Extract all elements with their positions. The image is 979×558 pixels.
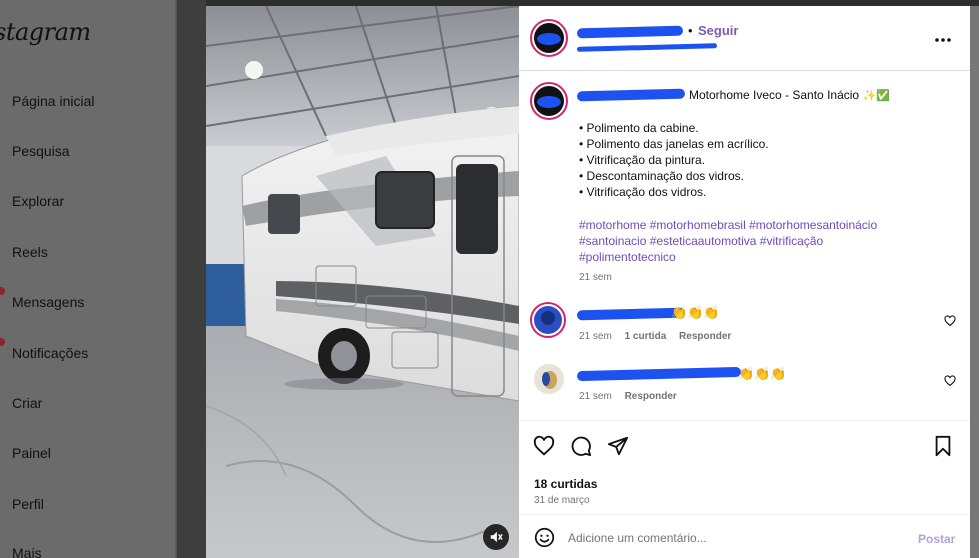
comment-button[interactable]: [570, 435, 592, 462]
follow-button[interactable]: Seguir: [698, 23, 738, 38]
caption-timestamp: 21 sem: [579, 272, 612, 283]
caption-title: Motorhome Iveco - Santo Inácio: [689, 88, 860, 102]
caption-bullet: • Polimento da cabine.: [579, 121, 699, 135]
caption-bullets: • Polimento da cabine. • Polimento das j…: [579, 120, 769, 200]
redacted-commenter-name: [576, 366, 742, 382]
more-options-button[interactable]: [934, 32, 952, 42]
author-avatar[interactable]: [530, 19, 568, 57]
instagram-logo: stagram: [0, 18, 91, 46]
post-comment-button[interactable]: Postar: [918, 532, 955, 546]
save-button[interactable]: [933, 435, 953, 462]
author-avatar-image: [534, 23, 564, 53]
nav-notifications[interactable]: Notificações: [12, 345, 88, 361]
nav-explore[interactable]: Explorar: [12, 193, 64, 209]
caption-bullet: • Vitrificação dos vidros.: [579, 185, 707, 199]
comment-bubble-icon: [571, 436, 592, 457]
hashtag-line[interactable]: #polimentotecnico: [579, 249, 877, 265]
reply-button[interactable]: Responder: [625, 391, 677, 402]
comment-likes[interactable]: 1 curtida: [625, 331, 667, 342]
caption-title-line: Motorhome Iveco - Santo Inácio ✨✅: [689, 88, 890, 102]
comment-like-button[interactable]: [944, 314, 956, 332]
post-date: 31 de março: [534, 495, 590, 506]
nav-home[interactable]: Página inicial: [12, 93, 95, 109]
like-button[interactable]: [533, 435, 555, 462]
smiley-icon: [534, 527, 555, 548]
nav-more[interactable]: Mais: [12, 545, 42, 558]
comment-text: 👏👏👏: [738, 366, 787, 381]
caption-avatar-image: [534, 86, 564, 116]
post-media[interactable]: [206, 6, 519, 558]
likes-count[interactable]: 18 curtidas: [534, 477, 597, 491]
redacted-location: [576, 43, 718, 52]
hashtag-line[interactable]: #motorhome #motorhomebrasil #motorhomesa…: [579, 217, 877, 233]
heart-icon: [533, 435, 555, 456]
nav-profile[interactable]: Perfil: [12, 496, 44, 512]
nav-create[interactable]: Criar: [12, 395, 42, 411]
mute-button[interactable]: [483, 524, 509, 550]
header-separator: •: [688, 23, 693, 38]
background-right: [970, 6, 979, 558]
notification-dot: [0, 338, 5, 346]
share-button[interactable]: [607, 435, 629, 462]
caption-title-emojis: ✨✅: [862, 90, 890, 102]
comment-text: 👏👏👏: [671, 305, 720, 320]
comment-time: 21 sem: [579, 331, 612, 342]
emoji-button[interactable]: [534, 527, 555, 553]
redacted-commenter-name: [576, 307, 686, 321]
nav-reels[interactable]: Reels: [12, 244, 48, 260]
redacted-username: [576, 25, 684, 39]
commenter-avatar[interactable]: [534, 364, 564, 394]
comment-like-button[interactable]: [944, 374, 956, 392]
nav-search[interactable]: Pesquisa: [12, 143, 70, 159]
notification-dot: [0, 287, 5, 295]
motorhome-photo: [206, 6, 519, 558]
paper-plane-icon: [607, 436, 629, 456]
commenter-avatar-image: [534, 364, 564, 394]
add-comment-bar: Postar: [519, 514, 970, 558]
caption-author-avatar[interactable]: [530, 82, 568, 120]
speaker-muted-icon: [490, 531, 503, 543]
caption-hashtags: #motorhome #motorhomebrasil #motorhomesa…: [579, 217, 877, 265]
caption-bullet: • Descontaminação dos vidros.: [579, 169, 744, 183]
heart-icon: [944, 315, 956, 327]
caption-bullet: • Vitrificação da pintura.: [579, 153, 706, 167]
comment-input[interactable]: [568, 527, 898, 549]
background-sidebar: stagram Página inicial Pesquisa Explorar…: [0, 0, 176, 558]
commenter-avatar-image: [534, 306, 562, 334]
hashtag-line[interactable]: #santoinacio #esteticaautomotiva #vitrif…: [579, 233, 877, 249]
action-bar: 18 curtidas 31 de março: [519, 420, 970, 508]
reply-button[interactable]: Responder: [679, 331, 731, 342]
heart-icon: [944, 375, 956, 387]
bookmark-icon: [935, 435, 951, 457]
comment-meta: 21 sem Responder: [579, 391, 677, 402]
nav-dashboard[interactable]: Painel: [12, 445, 51, 461]
caption-bullet: • Polimento das janelas em acrílico.: [579, 137, 769, 151]
redacted-caption-username: [576, 88, 686, 102]
more-options-icon: [935, 38, 951, 42]
post-panel: • Seguir Motorhome Iveco - Santo Inácio …: [519, 6, 970, 558]
post-header: • Seguir: [519, 6, 970, 71]
commenter-avatar[interactable]: [530, 302, 566, 338]
comment-meta: 21 sem 1 curtida Responder: [579, 331, 731, 342]
nav-messages[interactable]: Mensagens: [12, 294, 84, 310]
comment-time: 21 sem: [579, 391, 612, 402]
